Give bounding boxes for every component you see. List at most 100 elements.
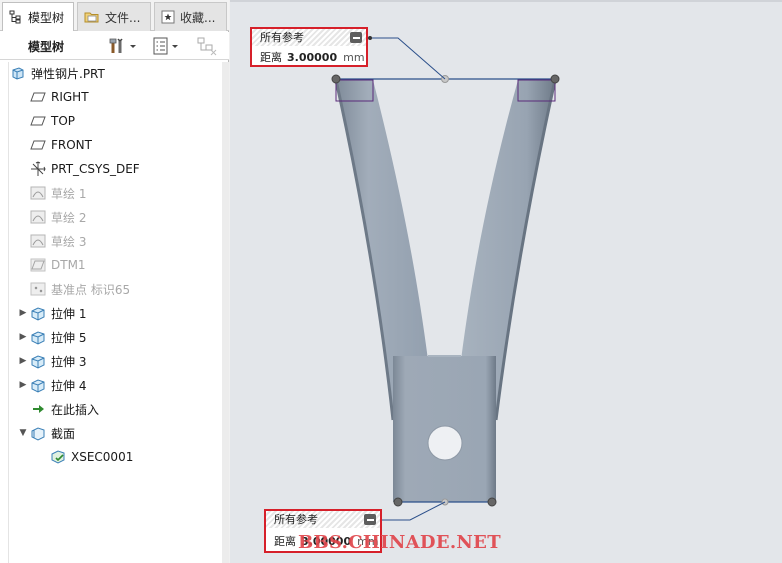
filter-icon — [197, 37, 217, 56]
tree-item-sketch-1[interactable]: 草绘 1 — [29, 182, 86, 204]
sketch-icon — [29, 209, 47, 225]
tree-item-datum-point[interactable]: 基准点 标识65 — [29, 278, 130, 300]
tab-model-tree-label: 模型树 — [28, 10, 65, 25]
distance-value[interactable]: 3.00000 — [287, 51, 337, 64]
datum-plane-icon — [29, 89, 47, 105]
csys-icon — [29, 161, 47, 177]
mounting-hole — [427, 425, 463, 461]
tree-item-sections[interactable]: ▼ 截面 — [17, 422, 75, 444]
expand-arrow-icon[interactable]: ▶ — [17, 379, 29, 391]
extrude-icon — [29, 353, 47, 369]
tree-item-label: 基准点 标识65 — [51, 282, 131, 297]
tools-icon — [109, 38, 123, 53]
forum-watermark: BBS.CHINADE.NET — [298, 532, 501, 553]
tree-item-label: TOP — [51, 114, 76, 128]
folder-icon — [84, 12, 99, 23]
datum-plane-icon — [29, 257, 47, 273]
tree-item-label: 拉伸 4 — [51, 378, 87, 393]
tree-item-label: 拉伸 5 — [51, 330, 87, 345]
top-distance-dimension[interactable]: 所有参考 距离 3.00000 mm — [250, 27, 368, 67]
top-leader-anchor — [368, 36, 372, 40]
tree-item-label: 草绘 3 — [51, 234, 87, 249]
datum-point-icon — [29, 281, 47, 297]
expand-arrow-icon[interactable]: ▶ — [17, 355, 29, 367]
tree-item-sketch-3[interactable]: 草绘 3 — [29, 230, 86, 252]
tree-item-label: 在此插入 — [51, 402, 100, 417]
part-icon — [9, 65, 27, 81]
model-tree-title: 模型树 — [28, 40, 65, 54]
top-leader-line — [370, 37, 446, 80]
bottom-leader-line — [377, 501, 446, 521]
tree-item-label: 拉伸 3 — [51, 354, 87, 369]
tab-folder-browser[interactable]: 文件... — [77, 2, 151, 31]
distance-label: 距离 — [274, 535, 296, 548]
tab-model-tree[interactable]: 模型树 — [2, 2, 74, 31]
tree-item-label: 草绘 2 — [51, 210, 87, 225]
tree-item-right[interactable]: RIGHT — [29, 86, 89, 108]
model-tree-panel: 模型树 文件... 收藏... 模型树 弹性钢片.PRT RIGHT TOP F… — [0, 0, 229, 563]
tree-item-label: XSEC0001 — [71, 450, 134, 464]
tree-item-csys[interactable]: PRT_CSYS_DEF — [29, 158, 140, 180]
extrude-icon — [29, 329, 47, 345]
top-right-handle[interactable] — [550, 74, 560, 84]
tree-item-label: 弹性钢片.PRT — [31, 66, 105, 81]
tree-item-label: DTM1 — [51, 258, 86, 272]
distance-unit: mm — [343, 51, 365, 64]
tree-item-insert-here[interactable]: 在此插入 — [29, 398, 99, 420]
collapse-arrow-icon[interactable]: ▼ — [17, 427, 29, 439]
tree-item-xsec0001[interactable]: XSEC0001 — [49, 446, 133, 468]
tree-item-label: 草绘 1 — [51, 186, 87, 201]
panel-tab-bar: 模型树 文件... 收藏... — [0, 0, 229, 31]
extrude-icon — [29, 377, 47, 393]
dimension-row: 距离 3.00000 mm — [260, 49, 365, 65]
tree-item-label: 截面 — [51, 426, 76, 441]
distance-label: 距离 — [260, 51, 282, 64]
bottom-left-handle[interactable] — [393, 497, 403, 507]
sketch-icon — [29, 233, 47, 249]
chevron-down-icon — [130, 45, 136, 48]
top-left-handle[interactable] — [331, 74, 341, 84]
tree-item-label: PRT_CSYS_DEF — [51, 162, 140, 176]
dimension-header: 所有参考 — [252, 29, 366, 46]
tree-item-extrude-5[interactable]: ▶ 拉伸 5 — [17, 326, 86, 348]
sketch-icon — [29, 185, 47, 201]
model-tree: 弹性钢片.PRT RIGHT TOP FRONT PRT_CSYS_DEF 草绘… — [8, 62, 222, 563]
tab-favorites-label: 收藏... — [180, 10, 216, 25]
tree-item-label: 拉伸 1 — [51, 306, 87, 321]
expand-arrow-icon[interactable]: ▶ — [17, 331, 29, 343]
bottom-right-handle[interactable] — [487, 497, 497, 507]
tab-folder-browser-label: 文件... — [105, 10, 141, 25]
tab-favorites[interactable]: 收藏... — [154, 2, 227, 31]
tree-item-root-part[interactable]: 弹性钢片.PRT — [9, 62, 105, 84]
graphics-viewport[interactable]: 所有参考 距离 3.00000 mm 所有参考 距离 3.00000 mm — [230, 0, 782, 563]
datum-plane-icon — [29, 113, 47, 129]
model-tree-icon — [9, 10, 21, 24]
filter-button[interactable] — [196, 36, 218, 56]
tree-item-sketch-2[interactable]: 草绘 2 — [29, 206, 86, 228]
show-dropdown-button[interactable] — [152, 36, 180, 56]
settings-dropdown-button[interactable] — [108, 36, 138, 56]
tree-item-extrude-4[interactable]: ▶ 拉伸 4 — [17, 374, 86, 396]
collapse-icon[interactable] — [350, 32, 362, 43]
favorites-icon — [161, 10, 175, 24]
collapse-icon[interactable] — [364, 514, 376, 525]
tree-item-label: RIGHT — [51, 90, 89, 104]
section-icon — [29, 425, 47, 441]
model-tree-toolbar: 模型树 — [0, 32, 229, 60]
tree-item-extrude-3[interactable]: ▶ 拉伸 3 — [17, 350, 86, 372]
tree-item-front[interactable]: FRONT — [29, 134, 92, 156]
chevron-down-icon — [172, 45, 178, 48]
tree-item-label: FRONT — [51, 138, 92, 152]
dimension-header: 所有参考 — [266, 511, 380, 528]
datum-plane-icon — [29, 137, 47, 153]
tree-item-top[interactable]: TOP — [29, 110, 75, 132]
model-graphics — [331, 36, 560, 521]
extrude-icon — [29, 305, 47, 321]
tree-item-extrude-1[interactable]: ▶ 拉伸 1 — [17, 302, 86, 324]
tree-scrollbar[interactable] — [222, 62, 229, 563]
list-icon — [153, 37, 168, 55]
tree-item-dtm1[interactable]: DTM1 — [29, 254, 86, 276]
expand-arrow-icon[interactable]: ▶ — [17, 307, 29, 319]
insert-arrow-icon — [29, 401, 47, 417]
xsec-icon — [49, 449, 67, 465]
